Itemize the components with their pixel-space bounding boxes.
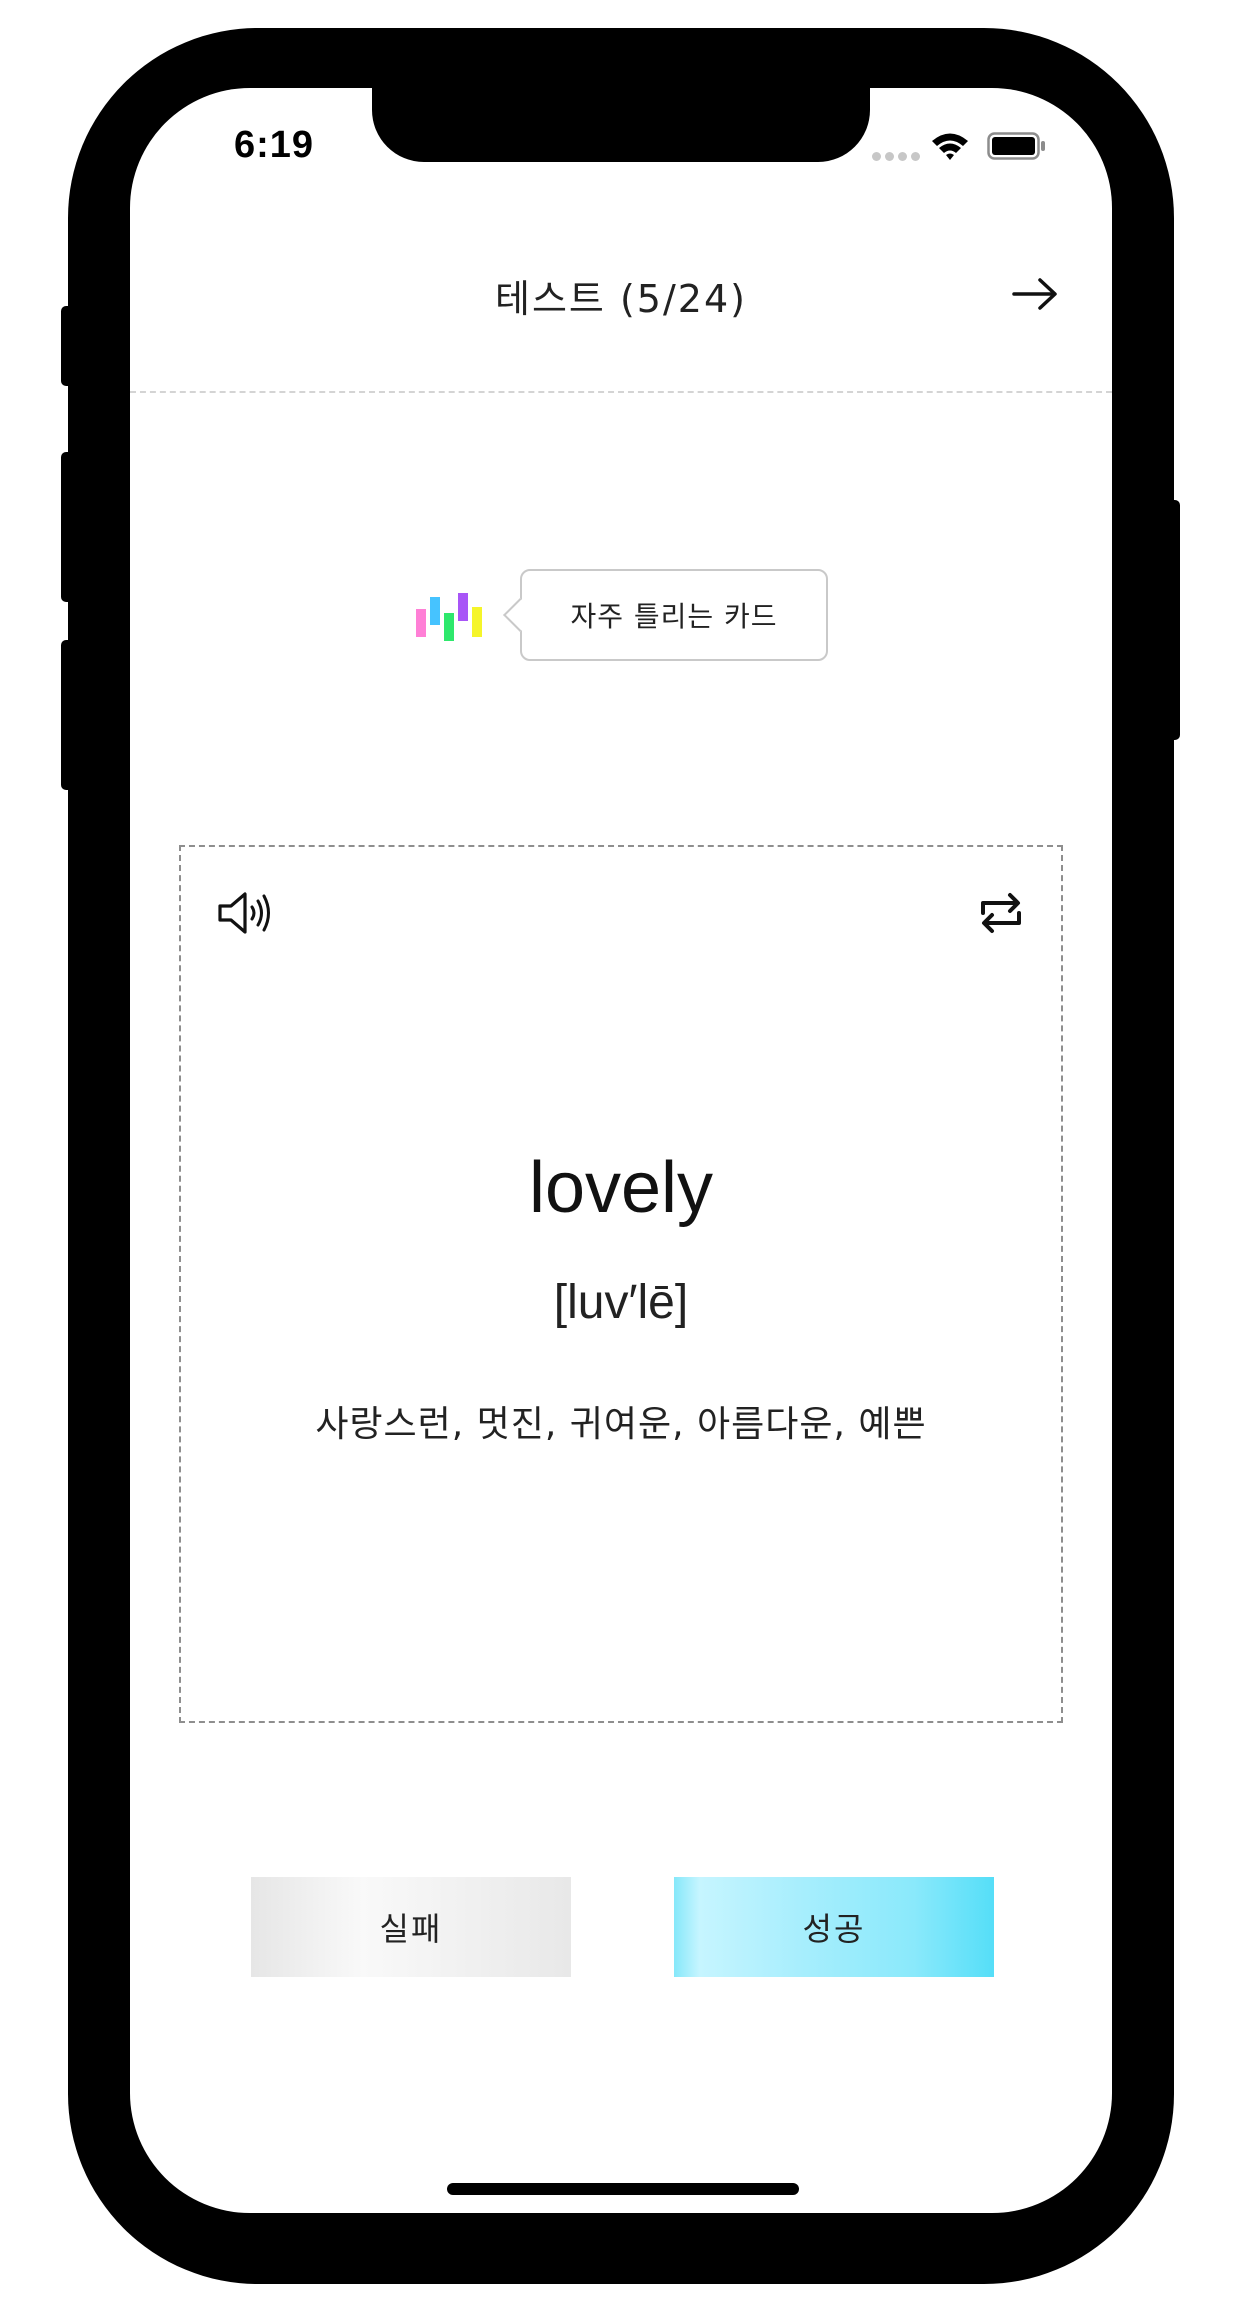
page-title: 테스트 (5/24) <box>495 277 747 321</box>
hint-label: 자주 틀리는 카드 <box>570 600 778 633</box>
success-button[interactable]: 성공 <box>674 1877 994 1977</box>
speaker-icon[interactable] <box>217 889 275 937</box>
repeat-icon[interactable] <box>977 891 1025 935</box>
arrow-right-icon[interactable] <box>1010 274 1060 314</box>
cellular-signal-icon <box>872 152 920 161</box>
battery-icon <box>987 132 1045 160</box>
page: 6:19 테스트 (5/24) 자주 틀리는 카드 lovely [luv′lē… <box>0 0 1242 2300</box>
home-indicator[interactable] <box>447 2183 799 2195</box>
fail-button[interactable]: 실패 <box>251 1877 571 1977</box>
hint-bubble: 자주 틀리는 카드 <box>520 569 828 661</box>
card-pronunciation: [luv′lē] <box>553 1276 689 1329</box>
fail-button-label: 실패 <box>379 1910 443 1948</box>
status-time: 6:19 <box>234 124 315 166</box>
header-divider <box>130 391 1112 393</box>
wifi-icon <box>932 133 968 160</box>
flashcard[interactable]: lovely [luv′lē] 사랑스런, 멋진, 귀여운, 아름다운, 예쁜 <box>179 845 1063 1723</box>
screen: 6:19 테스트 (5/24) 자주 틀리는 카드 lovely [luv′lē… <box>130 88 1112 2213</box>
notch <box>372 88 870 162</box>
success-button-label: 성공 <box>802 1910 866 1948</box>
bar-logo-icon <box>416 593 482 641</box>
card-word: lovely <box>528 1148 714 1228</box>
card-meaning: 사랑스런, 멋진, 귀여운, 아름다운, 예쁜 <box>315 1404 927 1445</box>
